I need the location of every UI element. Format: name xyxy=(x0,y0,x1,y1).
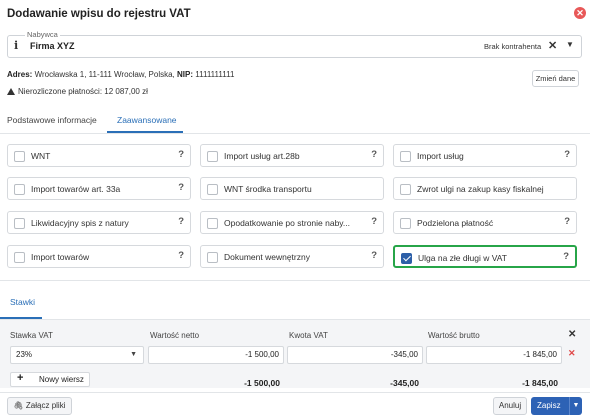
address-label: Adres: xyxy=(7,70,33,79)
option-import-uslug-28b[interactable]: Import usług art.28b ? xyxy=(200,144,384,167)
gross-value-input[interactable]: -1 845,00 xyxy=(426,346,562,364)
vat-amount-input[interactable]: -345,00 xyxy=(287,346,423,364)
clear-all-icon[interactable]: ✕ xyxy=(568,329,576,340)
chevron-down-icon[interactable]: ▼ xyxy=(569,397,582,415)
option-label: Import usług xyxy=(417,151,464,161)
option-import-uslug[interactable]: Import usług ? xyxy=(393,144,577,167)
option-label: Opodatkowanie po stronie naby... xyxy=(224,218,351,228)
section-divider xyxy=(0,280,590,281)
option-import-towarow[interactable]: Import towarów ? xyxy=(7,245,191,268)
option-dokument-wewnetrzny[interactable]: Dokument wewnętrzny ? xyxy=(200,245,384,268)
plus-icon: + xyxy=(17,372,24,384)
warning-icon xyxy=(7,88,15,95)
checkbox[interactable] xyxy=(14,252,25,263)
buyer-name: Firma XYZ xyxy=(30,41,75,51)
buyer-status-tag: Brak kontrahenta xyxy=(484,42,542,51)
attach-label: Załącz pliki xyxy=(25,401,66,410)
option-label: Import towarów xyxy=(31,252,90,262)
header-wartosc-netto: Wartość netto xyxy=(150,331,200,340)
nip-value: 1111111111 xyxy=(195,70,235,79)
option-opodatkowanie-nabywcy[interactable]: Opodatkowanie po stronie naby... ? xyxy=(200,211,384,234)
rate-select[interactable]: 23% ▼ xyxy=(10,346,144,364)
checkbox-checked[interactable] xyxy=(401,253,412,264)
checkbox[interactable] xyxy=(400,151,411,162)
option-label: Likwidacyjny spis z natury xyxy=(31,218,129,228)
attach-files-button[interactable]: 🖇 Załącz pliki xyxy=(7,397,72,415)
option-label: WNT xyxy=(31,151,51,161)
help-icon[interactable]: ? xyxy=(178,149,184,160)
net-value-input[interactable]: -1 500,00 xyxy=(148,346,284,364)
nip-label: NIP: xyxy=(177,70,194,79)
option-label: WNT środka transportu xyxy=(224,184,312,194)
checkbox[interactable] xyxy=(14,218,25,229)
help-icon[interactable]: ? xyxy=(564,149,570,160)
checkbox[interactable] xyxy=(207,218,218,229)
checkbox[interactable] xyxy=(207,151,218,162)
option-ulga-na-zle-dlugi[interactable]: Ulga na złe długi w VAT ? xyxy=(393,245,577,268)
unpaid-payments: Nierozliczone płatności: 12 087,00 zł xyxy=(7,87,148,96)
total-net: -1 500,00 xyxy=(244,378,280,388)
checkbox[interactable] xyxy=(400,184,411,195)
option-label: Podzielona płatność xyxy=(417,218,494,228)
checkbox[interactable] xyxy=(207,252,218,263)
checkbox[interactable] xyxy=(14,151,25,162)
option-label: Ulga na złe długi w VAT xyxy=(418,253,507,263)
option-podzielona-platnosc[interactable]: Podzielona płatność ? xyxy=(393,211,577,234)
help-icon[interactable]: ? xyxy=(371,250,377,261)
option-zwrot-ulgi-kasy[interactable]: Zwrot ulgi na zakup kasy fiskalnej xyxy=(393,177,577,200)
checkbox[interactable] xyxy=(400,218,411,229)
option-likwidacyjny-spis[interactable]: Likwidacyjny spis z natury ? xyxy=(7,211,191,234)
help-icon[interactable]: ? xyxy=(371,149,377,160)
option-wnt-srodka-transportu[interactable]: WNT środka transportu xyxy=(200,177,384,200)
tab-stawki[interactable]: Stawki xyxy=(10,297,35,307)
option-label: Import towarów art. 33a xyxy=(31,184,121,194)
close-dialog-icon[interactable]: ✕ xyxy=(574,7,586,19)
option-label: Zwrot ulgi na zakup kasy fiskalnej xyxy=(417,184,544,194)
tab-advanced[interactable]: Zaawansowane xyxy=(117,115,177,125)
checkbox[interactable] xyxy=(207,184,218,195)
option-wnt[interactable]: WNT ? xyxy=(7,144,191,167)
help-icon[interactable]: ? xyxy=(178,250,184,261)
rate-value: 23% xyxy=(16,350,33,359)
save-label: Zapisz xyxy=(537,401,561,410)
help-icon[interactable]: ? xyxy=(178,216,184,227)
save-button[interactable]: Zapisz ▼ xyxy=(531,397,582,415)
help-icon[interactable]: ? xyxy=(178,182,184,193)
option-import-towarow-33a[interactable]: Import towarów art. 33a ? xyxy=(7,177,191,200)
total-vat: -345,00 xyxy=(390,378,419,388)
buyer-legend: Nabywca xyxy=(25,30,60,39)
clear-icon[interactable]: ✕ xyxy=(548,39,557,52)
tab-basic-info[interactable]: Podstawowe informacje xyxy=(7,115,97,125)
checkbox[interactable] xyxy=(14,184,25,195)
help-icon[interactable]: ? xyxy=(371,216,377,227)
delete-row-icon[interactable]: ✕ xyxy=(568,348,576,359)
tabs-divider xyxy=(0,133,590,134)
total-gross: -1 845,00 xyxy=(522,378,558,388)
info-icon: i xyxy=(14,39,19,52)
option-label: Dokument wewnętrzny xyxy=(224,252,310,262)
add-row-label: Nowy wiersz xyxy=(39,375,84,384)
option-label: Import usług art.28b xyxy=(224,151,300,161)
unpaid-text: Nierozliczone płatności: 12 087,00 zł xyxy=(18,87,148,96)
chevron-down-icon: ▼ xyxy=(130,351,137,358)
help-icon[interactable]: ? xyxy=(563,251,569,262)
add-row-button[interactable]: + Nowy wiersz xyxy=(10,372,90,387)
header-wartosc-brutto: Wartość brutto xyxy=(428,331,480,340)
change-data-button[interactable]: Zmień dane xyxy=(532,70,579,87)
paperclip-icon: 🖇 xyxy=(13,401,24,410)
help-icon[interactable]: ? xyxy=(564,216,570,227)
header-stawka-vat: Stawka VAT xyxy=(10,331,53,340)
footer-divider xyxy=(0,392,590,393)
address-text: Wrocławska 1, 11-111 Wrocław, Polska, xyxy=(34,70,175,79)
cancel-button[interactable]: Anuluj xyxy=(493,397,527,415)
chevron-down-icon[interactable]: ▼ xyxy=(566,40,574,49)
dialog-title: Dodawanie wpisu do rejestru VAT xyxy=(7,8,191,20)
buyer-address: Adres: Wrocławska 1, 11-111 Wrocław, Pol… xyxy=(7,70,234,79)
header-kwota-vat: Kwota VAT xyxy=(289,331,328,340)
